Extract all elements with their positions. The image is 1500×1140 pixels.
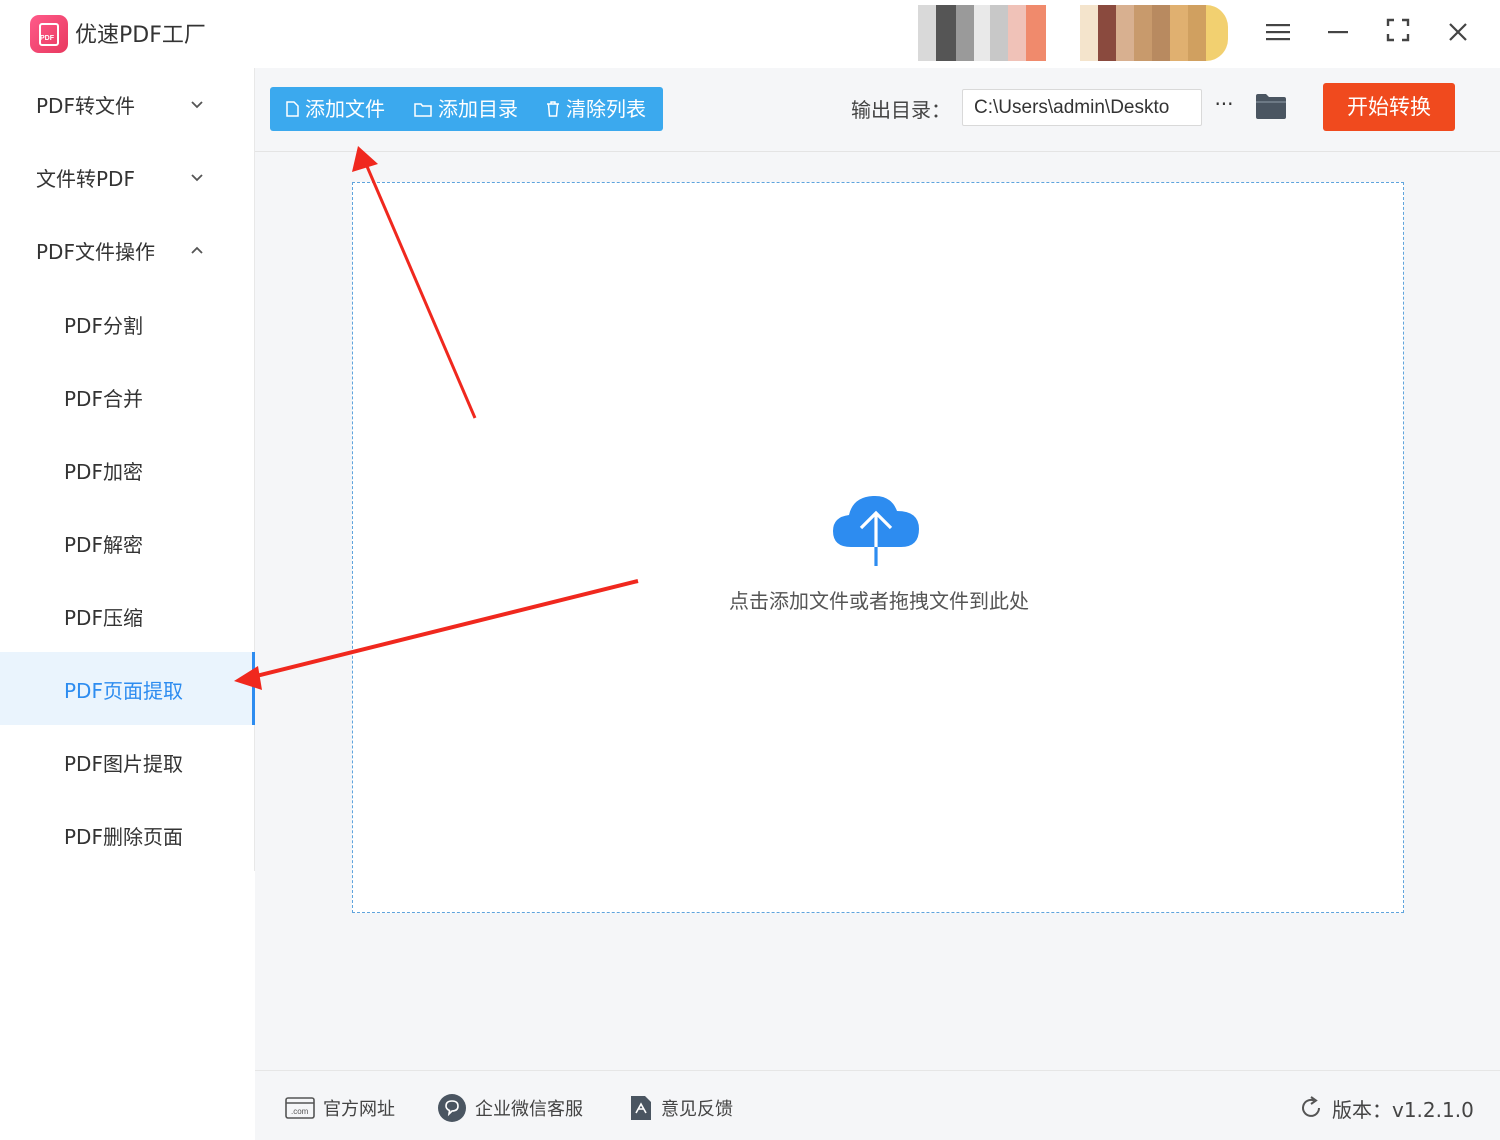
wechat-icon	[438, 1094, 466, 1122]
add-folder-button[interactable]: 添加目录	[414, 87, 518, 131]
version-label: 版本：v1.2.1.0	[1332, 1097, 1474, 1122]
sidebar-item-label: PDF解密	[64, 533, 143, 557]
chevron-down-icon	[191, 174, 203, 182]
minimize-icon[interactable]	[1320, 16, 1356, 52]
clear-list-button[interactable]: 清除列表	[546, 87, 646, 131]
open-folder-icon[interactable]	[1255, 92, 1287, 120]
sidebar-item-label: PDF加密	[64, 460, 143, 484]
sidebar-item-pdf-encrypt[interactable]: PDF加密	[0, 433, 255, 506]
chevron-up-icon	[191, 246, 203, 254]
close-icon[interactable]	[1440, 16, 1476, 52]
wechat-service-link[interactable]: 企业微信客服	[437, 1093, 583, 1123]
output-dir-field[interactable]: C:\Users\admin\Deskto	[962, 89, 1202, 126]
sidebar-item-pdf-compress[interactable]: PDF压缩	[0, 579, 255, 652]
website-label: 官方网址	[323, 1099, 395, 1120]
file-button-group: 添加文件 添加目录 清除列表	[270, 87, 663, 131]
trash-icon	[547, 101, 559, 117]
sidebar-item-label: PDF合并	[64, 387, 143, 411]
output-dir-label: 输出目录：	[851, 98, 951, 122]
sidebar-item-pdf-decrypt[interactable]: PDF解密	[0, 506, 255, 579]
sidebar-group-pdf-to-file[interactable]: PDF转文件	[0, 68, 255, 141]
main-panel: 添加文件 添加目录 清除列表 输出目录： C:\Users\admin\Desk…	[255, 68, 1500, 1070]
svg-text:.com: .com	[291, 1107, 309, 1116]
official-website-link[interactable]: .com 官方网址	[285, 1093, 395, 1123]
sidebar-item-pdf-merge[interactable]: PDF合并	[0, 360, 255, 433]
cloud-upload-icon	[833, 495, 919, 566]
feedback-link[interactable]: 意见反馈	[629, 1093, 733, 1123]
sidebar-item-label: PDF页面提取	[64, 679, 183, 703]
sidebar-group-label: PDF转文件	[36, 94, 135, 118]
sidebar-group-file-to-pdf[interactable]: 文件转PDF	[0, 141, 255, 214]
clear-list-label: 清除列表	[566, 97, 646, 121]
drop-hint-text: 点击添加文件或者拖拽文件到此处	[729, 589, 1029, 613]
feedback-label: 意见反馈	[661, 1099, 733, 1120]
more-options-button[interactable]: ···	[1211, 89, 1237, 125]
feedback-icon	[631, 1096, 651, 1120]
start-convert-button[interactable]: 开始转换	[1323, 83, 1455, 131]
file-icon	[286, 101, 299, 117]
chevron-down-icon	[191, 101, 203, 109]
version-info[interactable]: 版本：v1.2.1.0	[1298, 1093, 1474, 1123]
sidebar-group-pdf-operations[interactable]: PDF文件操作	[0, 214, 255, 287]
sidebar-group-label: PDF文件操作	[36, 240, 155, 264]
footer: .com 官方网址 企业微信客服 意见反馈 版本：v1.2.1.0	[255, 1070, 1500, 1140]
add-file-label: 添加文件	[305, 97, 385, 121]
app-logo-text: PDF	[40, 35, 54, 42]
folder-icon	[414, 102, 432, 117]
website-icon: .com	[285, 1097, 315, 1119]
app-title: 优速PDF工厂	[75, 23, 206, 48]
file-drop-zone[interactable]: 点击添加文件或者拖拽文件到此处	[352, 182, 1404, 913]
wechat-label: 企业微信客服	[475, 1099, 583, 1120]
add-folder-label: 添加目录	[438, 97, 518, 121]
sidebar-item-label: PDF压缩	[64, 606, 143, 630]
hamburger-icon[interactable]	[1260, 16, 1296, 52]
sidebar-group-label: 文件转PDF	[36, 167, 135, 191]
sidebar-item-pdf-image-extract[interactable]: PDF图片提取	[0, 725, 255, 798]
sidebar-item-label: PDF删除页面	[64, 825, 183, 849]
add-file-button[interactable]: 添加文件	[286, 87, 385, 131]
sidebar-item-pdf-page-extract[interactable]: PDF页面提取	[0, 652, 255, 725]
sidebar-item-label: PDF分割	[64, 314, 143, 338]
sidebar-item-label: PDF图片提取	[64, 752, 183, 776]
sidebar-item-pdf-split[interactable]: PDF分割	[0, 287, 255, 360]
toolbar: 添加文件 添加目录 清除列表 输出目录： C:\Users\admin\Desk…	[255, 68, 1500, 152]
refresh-icon	[1302, 1096, 1320, 1117]
sidebar-item-pdf-delete-pages[interactable]: PDF删除页面	[0, 798, 255, 871]
app-logo-icon: PDF	[30, 15, 68, 53]
title-bar: PDF 优速PDF工厂	[0, 0, 1500, 68]
fullscreen-icon[interactable]	[1380, 16, 1416, 52]
sidebar: PDF转文件 文件转PDF PDF文件操作 PDF分割 PDF合并 PDF加密 …	[0, 68, 255, 871]
